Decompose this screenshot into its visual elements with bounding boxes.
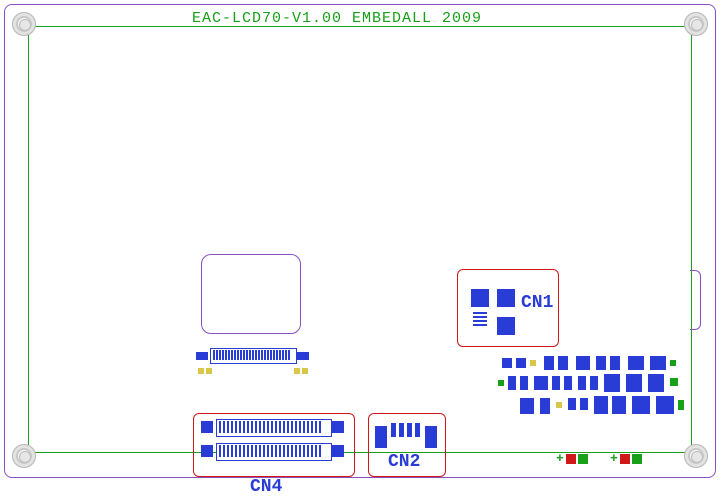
cap-pad-red	[566, 454, 576, 464]
cn2-end-pad	[375, 426, 387, 448]
pad-small	[294, 368, 300, 374]
cn4-label: CN4	[250, 477, 282, 497]
cn4-end-pad	[332, 445, 344, 457]
cn2-end-pad	[425, 426, 437, 448]
pad-small	[198, 368, 204, 374]
board-title: EAC-LCD70-V1.00 EMBEDALL 2009	[192, 10, 482, 27]
cn4-end-pad	[332, 421, 344, 433]
cn1-pad	[471, 289, 489, 307]
cn1-trace	[473, 320, 487, 322]
cn4-pins-row2	[219, 445, 327, 457]
plus-icon: +	[610, 451, 618, 466]
cn1-label: CN1	[521, 293, 553, 313]
plus-icon: +	[556, 451, 564, 466]
cn1-trace	[473, 316, 487, 318]
cap-pad-green	[578, 454, 588, 464]
mounting-hole-icon	[684, 12, 708, 36]
cn4-pins-row1	[219, 421, 327, 433]
ic-outline	[201, 254, 301, 334]
cn1-trace	[473, 324, 487, 326]
cn4-end-pad	[201, 421, 213, 433]
cn4-end-pad	[201, 445, 213, 457]
pad-small	[206, 368, 212, 374]
side-bracket	[690, 270, 701, 330]
ffc-pins-top	[213, 350, 293, 360]
pad-small	[302, 368, 308, 374]
mounting-hole-icon	[12, 444, 36, 468]
cap-pad-green	[632, 454, 642, 464]
cn2-label: CN2	[388, 452, 420, 472]
cap-pad-red	[620, 454, 630, 464]
cn1-trace	[473, 312, 487, 314]
cn1-pad	[497, 289, 515, 307]
cn1-pad	[497, 317, 515, 335]
mounting-hole-icon	[684, 444, 708, 468]
mounting-hole-icon	[12, 12, 36, 36]
pcb-diagram: EAC-LCD70-V1.00 EMBEDALL 2009 /*noop*/	[0, 0, 721, 501]
